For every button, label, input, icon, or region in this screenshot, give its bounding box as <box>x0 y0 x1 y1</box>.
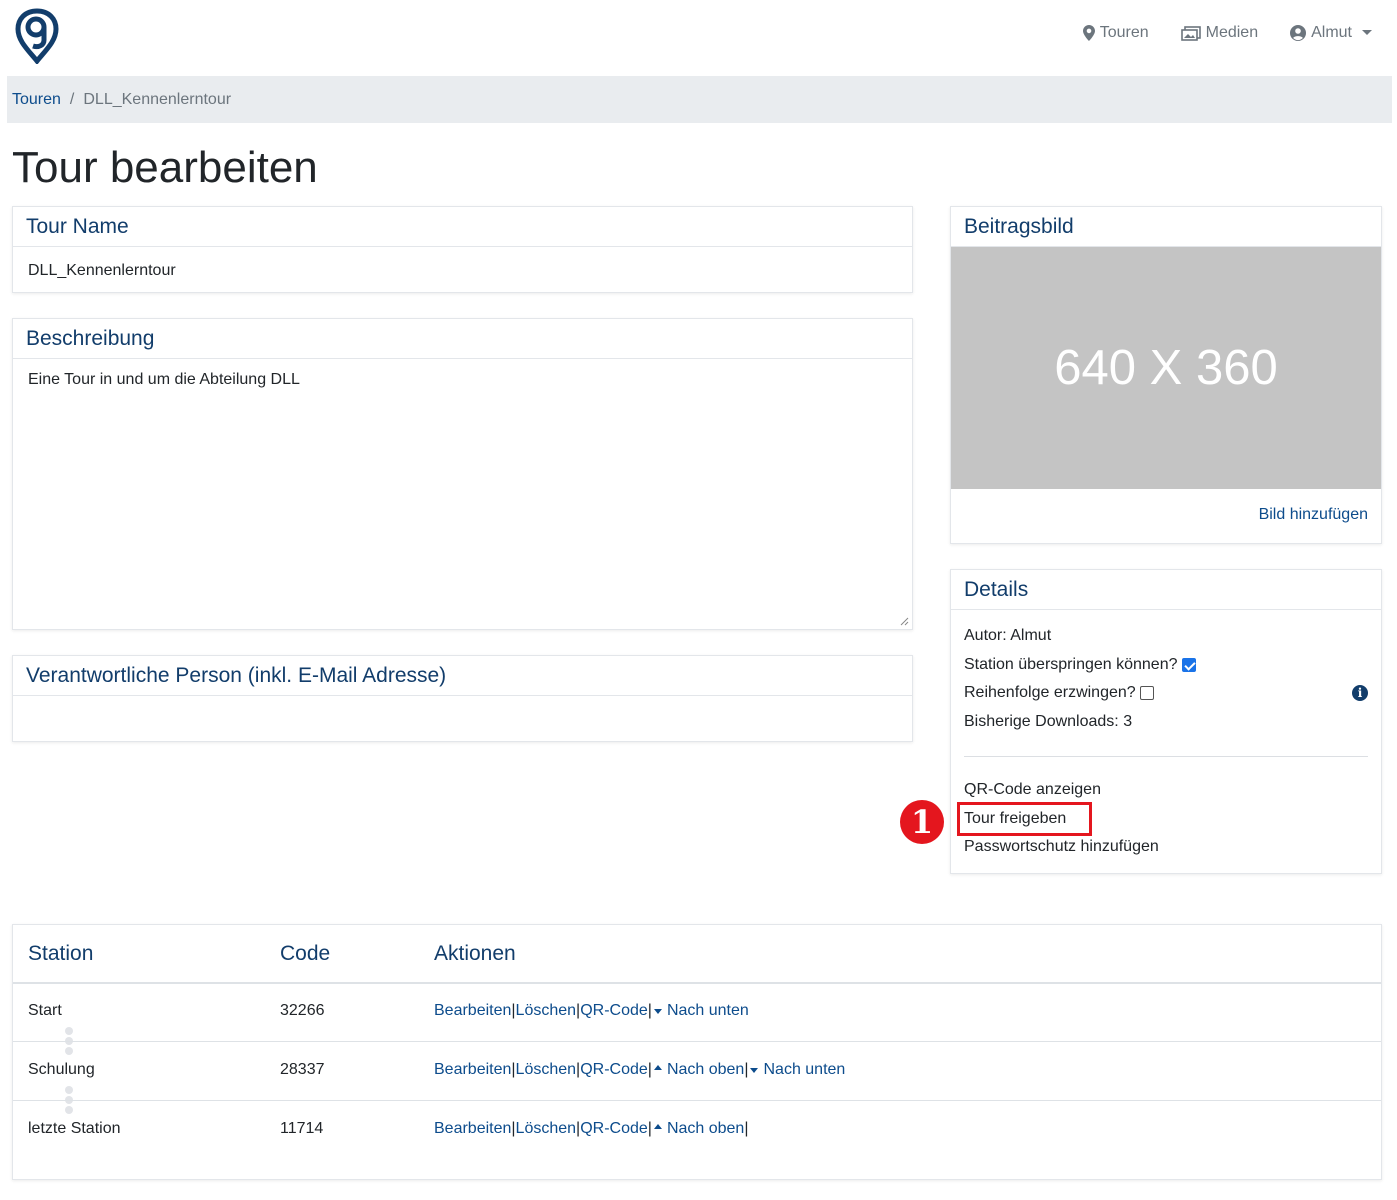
caret-down-icon <box>750 1067 759 1073</box>
move-up-link[interactable]: Nach oben <box>667 1061 744 1079</box>
station-name: Schulung <box>28 1061 95 1078</box>
force-order-checkbox[interactable] <box>1139 686 1154 701</box>
user-circle-icon <box>1290 25 1307 41</box>
station-code: 28337 <box>280 1061 325 1078</box>
image-placeholder: 640 X 360 <box>951 247 1381 489</box>
description-header: Beschreibung <box>13 319 912 359</box>
edit-station-link[interactable]: Bearbeiten <box>434 1061 511 1079</box>
show-qr-code-link[interactable]: QR-Code anzeigen <box>964 776 1159 805</box>
column-header-actions: Aktionen <box>434 941 516 965</box>
nav-medien-label: Medien <box>1205 24 1259 41</box>
drag-handle-icon[interactable] <box>65 1027 73 1057</box>
tour-name-input[interactable]: DLL_Kennenlerntour <box>13 247 912 292</box>
station-actions: Bearbeiten | Löschen | QR-Code | Nach ob… <box>434 1120 749 1138</box>
description-card: Beschreibung Eine Tour in und um die Abt… <box>12 318 913 630</box>
skip-stations-label: Station überspringen können? <box>964 655 1178 673</box>
column-header-code: Code <box>280 941 331 965</box>
responsible-header: Verantwortliche Person (inkl. E-Mail Adr… <box>13 656 912 696</box>
responsible-card: Verantwortliche Person (inkl. E-Mail Adr… <box>12 655 913 742</box>
edit-station-link[interactable]: Bearbeiten <box>434 1120 511 1138</box>
move-up-link[interactable]: Nach oben <box>667 1120 744 1138</box>
responsible-input[interactable] <box>13 696 912 742</box>
drag-handle-icon[interactable] <box>65 1086 73 1116</box>
qr-code-link[interactable]: QR-Code <box>580 1002 648 1020</box>
skip-stations-row: Station überspringen können? <box>964 651 1368 680</box>
force-order-row: Reihenfolge erzwingen? i <box>964 679 1368 708</box>
share-tour-highlight <box>957 802 1092 836</box>
qr-code-link[interactable]: QR-Code <box>580 1061 648 1079</box>
station-code: 11714 <box>280 1120 324 1137</box>
downloads-text: Bisherige Downloads: 3 <box>964 712 1133 730</box>
info-icon[interactable]: i <box>1352 685 1368 702</box>
map-pin-icon <box>1082 25 1095 41</box>
nav-user-menu[interactable]: Almut <box>1290 24 1373 42</box>
images-icon <box>1180 25 1201 41</box>
delete-station-link[interactable]: Löschen <box>516 1061 577 1079</box>
caret-up-icon <box>653 1064 662 1070</box>
add-image-link[interactable]: Bild hinzufügen <box>1259 506 1368 524</box>
station-name: Start <box>28 1002 62 1019</box>
breadcrumb-touren-link[interactable]: Touren <box>12 91 61 109</box>
image-header: Beitragsbild <box>951 207 1381 247</box>
logo-icon[interactable] <box>14 8 60 64</box>
breadcrumb-current: DLL_Kennenlerntour <box>83 90 232 108</box>
move-down-link[interactable]: Nach unten <box>763 1061 845 1079</box>
author-text: Autor: Almut <box>964 627 1052 644</box>
details-header: Details <box>951 570 1381 610</box>
navbar: Touren Medien Almut <box>0 0 1397 76</box>
page-title: Tour bearbeiten <box>12 143 318 192</box>
station-name: letzte Station <box>28 1120 121 1137</box>
description-textarea[interactable]: Eine Tour in und um die Abteilung DLL <box>13 359 912 623</box>
skip-stations-checkbox[interactable] <box>1181 657 1196 672</box>
station-actions: Bearbeiten | Löschen | QR-Code | Nach ob… <box>434 1061 846 1079</box>
move-down-link[interactable]: Nach unten <box>667 1002 749 1020</box>
resize-handle-icon[interactable] <box>899 616 909 626</box>
caret-down-icon <box>1362 30 1372 35</box>
breadcrumb-separator: / <box>69 90 75 108</box>
details-divider <box>964 756 1368 757</box>
nav-user-label: Almut <box>1311 24 1352 41</box>
tour-name-header: Tour Name <box>13 207 912 247</box>
caret-up-icon <box>653 1123 662 1129</box>
add-password-link[interactable]: Passwortschutz hinzufügen <box>964 833 1159 862</box>
tour-name-card: Tour Name DLL_Kennenlerntour <box>12 206 913 293</box>
image-card: Beitragsbild 640 X 360 Bild hinzufügen <box>950 206 1382 544</box>
station-code: 32266 <box>280 1002 325 1019</box>
edit-station-link[interactable]: Bearbeiten <box>434 1002 511 1020</box>
column-header-station: Station <box>28 941 94 965</box>
qr-code-link[interactable]: QR-Code <box>580 1120 648 1138</box>
delete-station-link[interactable]: Löschen <box>516 1002 577 1020</box>
stations-table: Station Code Aktionen Start 32266 Bearbe… <box>12 924 1382 1180</box>
delete-station-link[interactable]: Löschen <box>516 1120 577 1138</box>
nav-touren-label: Touren <box>1099 24 1149 41</box>
nav-medien[interactable]: Medien <box>1180 24 1259 42</box>
station-actions: Bearbeiten | Löschen | QR-Code | Nach un… <box>434 1002 749 1020</box>
breadcrumb: Touren / DLL_Kennenlerntour <box>7 76 1392 123</box>
caret-down-icon <box>653 1008 662 1014</box>
nav-touren[interactable]: Touren <box>1082 24 1149 42</box>
step-badge: 1 <box>900 800 944 844</box>
force-order-label: Reihenfolge erzwingen? <box>964 684 1136 701</box>
